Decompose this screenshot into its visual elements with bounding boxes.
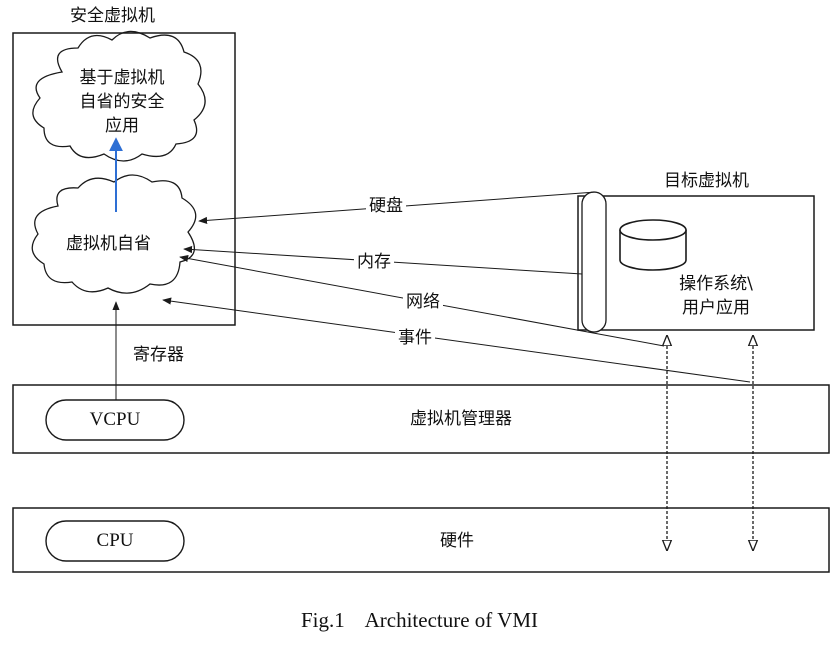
os-label-line-1: 操作系统\ xyxy=(679,274,753,294)
network-label: 网络 xyxy=(403,292,443,312)
security-app-line-3: 应用 xyxy=(105,116,139,136)
security-app-line-2: 自省的安全 xyxy=(79,92,165,112)
security-app-line-1: 基于虚拟机 xyxy=(79,68,165,88)
hypervisor-label: 虚拟机管理器 xyxy=(410,409,512,429)
figure-caption: Fig.1 Architecture of VMI xyxy=(301,608,538,632)
disk-icon xyxy=(619,219,687,271)
os-label: 操作系统\ 用户应用 xyxy=(646,272,786,320)
register-label: 寄存器 xyxy=(133,345,184,365)
introspection-label: 虚拟机自省 xyxy=(66,234,151,254)
disk-label: 硬盘 xyxy=(366,196,406,216)
target-vm-interface-pill xyxy=(581,191,607,333)
security-app-label: 基于虚拟机 自省的安全 应用 xyxy=(50,66,194,138)
target-vm-title: 目标虚拟机 xyxy=(664,171,749,191)
vcpu-label: VCPU xyxy=(89,409,141,430)
event-label: 事件 xyxy=(395,328,435,348)
cpu-label: CPU xyxy=(96,530,134,551)
os-label-line-2: 用户应用 xyxy=(682,298,750,318)
security-vm-title: 安全虚拟机 xyxy=(70,6,155,26)
hardware-label: 硬件 xyxy=(440,531,474,551)
memory-label: 内存 xyxy=(354,252,394,272)
